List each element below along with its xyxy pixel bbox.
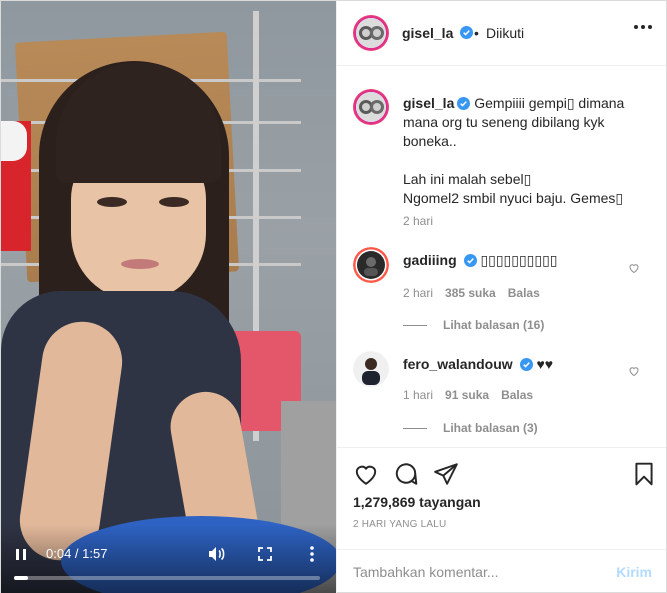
comment-text: ▯▯▯▯▯▯▯▯▯▯ bbox=[480, 252, 558, 268]
comment-time[interactable]: 2 hari bbox=[403, 286, 433, 300]
profile-photo-icon bbox=[352, 247, 389, 283]
post-comment-button[interactable]: Kirim bbox=[616, 564, 652, 580]
caption-text: Gempiiii gempi▯ dimana mana org tu senen… bbox=[402, 95, 625, 206]
instagram-post: 0:04 / 1:57 gisel_la • Diikuti gisel_la … bbox=[0, 0, 667, 593]
more-options-button[interactable] bbox=[634, 25, 652, 31]
following-button[interactable]: Diikuti bbox=[486, 25, 524, 41]
save-bookmark-icon[interactable] bbox=[631, 461, 657, 487]
separator-dot: • bbox=[473, 25, 479, 41]
video-player[interactable]: 0:04 / 1:57 bbox=[1, 1, 336, 593]
verified-badge-icon bbox=[519, 358, 533, 371]
profile-photo-icon bbox=[352, 351, 389, 387]
pause-icon bbox=[16, 548, 19, 560]
more-options-button[interactable] bbox=[302, 544, 322, 564]
reply-button[interactable]: Balas bbox=[508, 286, 540, 300]
comments-list[interactable]: gisel_la Gempiiii gempi▯ dimana mana org… bbox=[337, 67, 666, 447]
caption-time[interactable]: 2 hari bbox=[403, 214, 433, 228]
profile-photo-icon bbox=[355, 18, 386, 48]
view-replies-button[interactable]: Lihat balasan (3) bbox=[402, 421, 538, 435]
caption-username-link[interactable]: gisel_la bbox=[403, 95, 454, 111]
view-replies-button[interactable]: Lihat balasan (16) bbox=[402, 318, 544, 332]
pause-button[interactable] bbox=[13, 546, 29, 562]
verified-badge-icon bbox=[457, 97, 471, 110]
avatar[interactable] bbox=[352, 351, 389, 387]
comment-username-link[interactable]: fero_walandouw bbox=[403, 356, 513, 372]
video-time: 0:04 / 1:57 bbox=[46, 546, 108, 561]
share-send-icon[interactable] bbox=[433, 461, 459, 487]
avatar[interactable] bbox=[352, 15, 389, 51]
comment-composer: Kirim bbox=[336, 549, 666, 593]
profile-photo-icon bbox=[355, 92, 386, 122]
more-vertical-icon bbox=[310, 546, 314, 562]
verified-badge-icon bbox=[463, 254, 477, 267]
comment-username-link[interactable]: gadiiing bbox=[403, 252, 457, 268]
comment-likes[interactable]: 91 suka bbox=[445, 388, 489, 402]
view-count[interactable]: 1,279,869 tayangan bbox=[353, 494, 481, 510]
post-date[interactable]: 2 HARI YANG LALU bbox=[353, 519, 446, 530]
like-comment-heart-icon[interactable] bbox=[628, 262, 640, 274]
comment-likes[interactable]: 385 suka bbox=[445, 286, 496, 300]
avatar[interactable] bbox=[352, 247, 389, 283]
comment-time[interactable]: 1 hari bbox=[403, 388, 433, 402]
fullscreen-button[interactable] bbox=[255, 544, 275, 564]
volume-icon bbox=[209, 547, 225, 561]
reply-button[interactable]: Balas bbox=[501, 388, 533, 402]
post-side-panel: gisel_la • Diikuti gisel_la Gempiiii gem… bbox=[335, 1, 666, 593]
more-horizontal-icon bbox=[634, 25, 638, 29]
like-comment-heart-icon[interactable] bbox=[628, 365, 640, 377]
comment-icon[interactable] bbox=[393, 461, 419, 487]
post-actions: 1,279,869 tayangan 2 HARI YANG LALU bbox=[336, 447, 666, 549]
volume-button[interactable] bbox=[206, 544, 226, 564]
verified-badge-icon bbox=[459, 26, 473, 39]
comment-text: ♥♥ bbox=[536, 356, 554, 372]
video-controls: 0:04 / 1:57 bbox=[1, 524, 336, 593]
add-comment-input[interactable] bbox=[352, 562, 593, 582]
username-link[interactable]: gisel_la bbox=[402, 25, 453, 41]
fullscreen-icon bbox=[258, 547, 272, 561]
avatar[interactable] bbox=[352, 89, 389, 125]
post-header: gisel_la • Diikuti bbox=[336, 1, 666, 66]
like-heart-icon[interactable] bbox=[353, 461, 379, 487]
video-progress-fill bbox=[14, 576, 28, 580]
video-progress-bar[interactable] bbox=[14, 576, 320, 580]
